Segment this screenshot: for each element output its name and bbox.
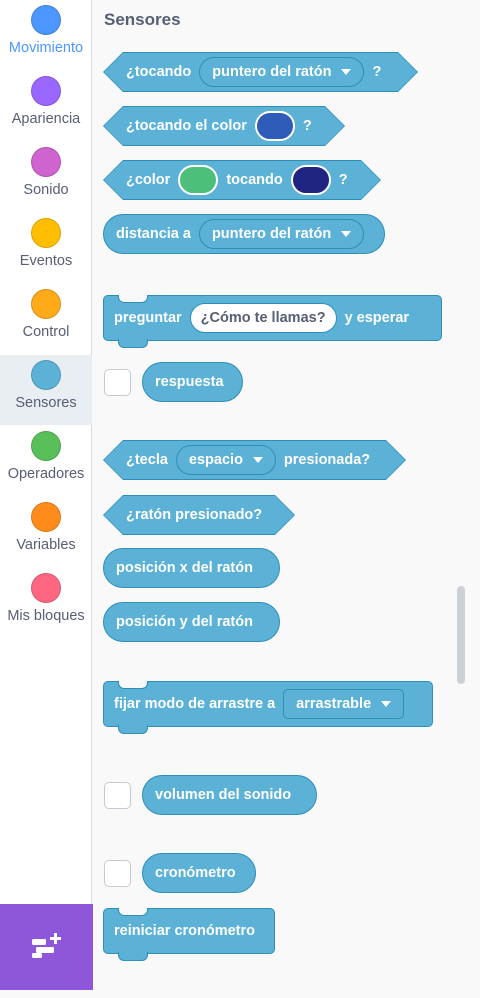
- category-mis-bloques[interactable]: Mis bloques: [0, 568, 92, 638]
- block-text: posición y del ratón: [116, 614, 253, 630]
- color-picker-swatch[interactable]: [255, 111, 295, 141]
- menu-value: puntero del ratón: [212, 64, 332, 80]
- menu-value: espacio: [188, 452, 243, 468]
- palette-category-title: Sensores: [104, 10, 181, 29]
- touching-object-block[interactable]: ¿tocando puntero del ratón ?: [103, 52, 418, 92]
- eventos-color-dot-icon: [31, 218, 61, 248]
- palette-scrollbar[interactable]: [457, 586, 465, 684]
- block-text: ¿tocando: [126, 64, 192, 80]
- category-label: Variables: [16, 537, 76, 553]
- mouse-down-block[interactable]: ¿ratón presionado?: [103, 495, 295, 535]
- touching-color-block[interactable]: ¿tocando el color ?: [103, 106, 345, 146]
- category-label: Operadores: [7, 466, 85, 482]
- color-touching-color-block[interactable]: ¿color tocando ?: [103, 160, 381, 200]
- block-text: presionada?: [283, 452, 371, 468]
- ask-and-wait-block[interactable]: preguntar ¿Cómo te llamas? y esperar: [103, 295, 442, 348]
- block-text: cronómetro: [155, 865, 236, 881]
- block-text: preguntar: [114, 310, 182, 326]
- mouse-x-block[interactable]: posición x del ratón: [103, 548, 280, 588]
- question-input[interactable]: ¿Cómo te llamas?: [189, 303, 337, 333]
- block-palette: Sensores ¿tocando puntero del ratón ? ¿t…: [93, 0, 480, 990]
- category-label: Movimiento: [8, 40, 84, 56]
- caret-down-icon: [341, 69, 351, 75]
- category-label: Sonido: [23, 182, 69, 198]
- caret-down-icon: [381, 701, 392, 707]
- loudness-reporter-block[interactable]: volumen del sonido: [142, 775, 317, 815]
- key-menu[interactable]: espacio: [176, 445, 276, 475]
- block-text: posición x del ratón: [116, 560, 253, 576]
- category-sonido[interactable]: Sonido: [0, 142, 92, 212]
- timer-reporter-block[interactable]: cronómetro: [142, 853, 256, 893]
- category-label: Control: [22, 324, 70, 340]
- input-value: ¿Cómo te llamas?: [200, 310, 326, 326]
- block-text: ?: [372, 64, 382, 80]
- menu-value: puntero del ratón: [211, 226, 332, 242]
- block-text: ?: [302, 118, 312, 134]
- add-extension-icon: [32, 933, 61, 958]
- timer-monitor-checkbox[interactable]: [104, 860, 131, 887]
- operadores-color-dot-icon: [31, 431, 61, 461]
- touching-object-menu[interactable]: puntero del ratón: [199, 57, 364, 87]
- scratch-blocks-editor: Movimiento Apariencia Sonido Eventos Con…: [0, 0, 480, 998]
- mouse-y-block[interactable]: posición y del ratón: [103, 602, 280, 642]
- movimiento-color-dot-icon: [31, 5, 61, 35]
- answer-monitor-checkbox[interactable]: [104, 369, 131, 396]
- color-picker-swatch[interactable]: [291, 165, 331, 195]
- add-extension-button[interactable]: [0, 904, 93, 990]
- caret-down-icon: [341, 231, 352, 237]
- sensores-color-dot-icon: [31, 360, 61, 390]
- key-pressed-block[interactable]: ¿tecla espacio presionada?: [103, 440, 406, 480]
- block-text: tocando: [226, 172, 283, 188]
- caret-down-icon: [253, 457, 263, 463]
- loudness-monitor-checkbox[interactable]: [104, 782, 131, 809]
- block-text: respuesta: [155, 374, 224, 390]
- apariencia-color-dot-icon: [31, 76, 61, 106]
- block-text: ?: [338, 172, 348, 188]
- mis-bloques-color-dot-icon: [31, 573, 61, 603]
- block-text: y esperar: [344, 310, 410, 326]
- category-label: Mis bloques: [7, 608, 85, 624]
- set-drag-mode-block[interactable]: fijar modo de arrastre a arrastrable: [103, 681, 433, 734]
- menu-value: arrastrable: [296, 696, 372, 712]
- sonido-color-dot-icon: [31, 147, 61, 177]
- category-control[interactable]: Control: [0, 284, 92, 354]
- block-text: fijar modo de arrastre a: [114, 696, 276, 712]
- reset-timer-block[interactable]: reiniciar cronómetro: [103, 908, 275, 961]
- answer-reporter-block[interactable]: respuesta: [142, 362, 243, 402]
- block-text: reiniciar cronómetro: [114, 923, 256, 939]
- category-label: Sensores: [15, 395, 77, 411]
- category-variables[interactable]: Variables: [0, 497, 92, 567]
- color-picker-swatch[interactable]: [178, 165, 218, 195]
- category-sensores[interactable]: Sensores: [0, 355, 92, 425]
- distance-to-menu[interactable]: puntero del ratón: [198, 219, 365, 249]
- block-text: ¿color: [126, 172, 171, 188]
- block-text: volumen del sonido: [155, 787, 292, 803]
- category-label: Eventos: [19, 253, 73, 269]
- block-text: ¿tocando el color: [126, 118, 247, 134]
- category-apariencia[interactable]: Apariencia: [0, 71, 92, 141]
- control-color-dot-icon: [31, 289, 61, 319]
- distance-to-block[interactable]: distancia a puntero del ratón: [103, 214, 385, 254]
- block-text: distancia a: [116, 226, 191, 242]
- category-label: Apariencia: [11, 111, 81, 127]
- category-movimiento[interactable]: Movimiento: [0, 0, 92, 70]
- category-operadores[interactable]: Operadores: [0, 426, 92, 496]
- category-menu: Movimiento Apariencia Sonido Eventos Con…: [0, 0, 92, 990]
- block-text: ¿tecla: [126, 452, 168, 468]
- block-text: ¿ratón presionado?: [126, 507, 263, 523]
- variables-color-dot-icon: [31, 502, 61, 532]
- drag-mode-menu[interactable]: arrastrable: [283, 689, 405, 719]
- category-eventos[interactable]: Eventos: [0, 213, 92, 283]
